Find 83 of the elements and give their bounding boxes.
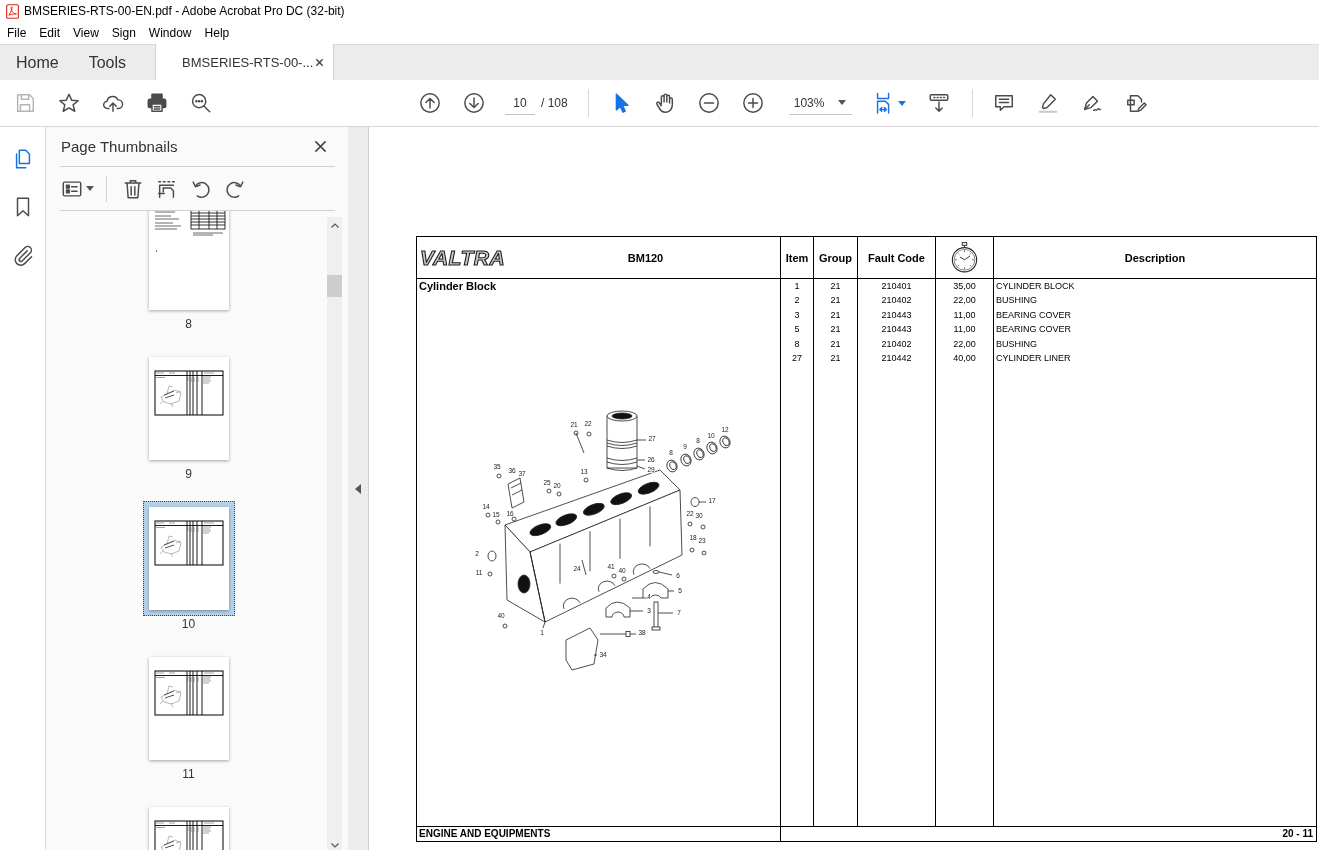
table-cell-text: 21: [830, 280, 841, 293]
table-cell-text: 1: [794, 280, 800, 293]
table-cell-text: 40,00: [953, 352, 976, 366]
zoom-in-icon[interactable]: [741, 92, 764, 114]
menu-item[interactable]: Sign: [111, 25, 136, 41]
table-cell-text: 35,00: [953, 280, 976, 293]
section-title: Cylinder Block: [418, 279, 497, 293]
trash-icon[interactable]: [122, 177, 144, 200]
page-number-label: 8: [185, 317, 192, 331]
table-cell-text: 22,00: [953, 337, 976, 351]
table-cell-text: 210442: [881, 352, 912, 366]
table-cell-text: 8: [794, 337, 800, 351]
zoom-out-icon[interactable]: [697, 92, 720, 114]
column-header: Group: [813, 237, 857, 279]
table-cell-text: 210402: [881, 337, 912, 351]
menu-item[interactable]: Window: [148, 25, 192, 41]
table-cell-text: 11,00: [953, 308, 976, 322]
table-cell-text: 21: [830, 352, 841, 366]
brand-logo: VALTRA: [420, 246, 506, 269]
table-cell-text: 21: [830, 308, 841, 322]
stopwatch-icon: [951, 242, 978, 273]
nav-tab[interactable]: Tools: [73, 45, 142, 80]
table-cell-text: 21: [830, 323, 841, 337]
page-number-label: 11: [182, 767, 195, 781]
table-cell-text: 210402: [881, 294, 912, 308]
comment-icon[interactable]: [992, 92, 1015, 114]
scrollbar-thumb[interactable]: [327, 275, 342, 297]
triangle-left-icon[interactable]: [355, 483, 361, 494]
window-title: BMSERIES-RTS-00-EN.pdf - Adobe Acrobat Pro DC (32-bit): [24, 4, 345, 18]
table-cell-text: 21: [830, 294, 841, 308]
scrollbar-track[interactable]: [327, 217, 342, 850]
table-cell-text: 2: [794, 294, 800, 308]
highlighter-icon[interactable]: [1036, 92, 1059, 114]
close-icon[interactable]: [314, 140, 327, 153]
model-label: BM120: [626, 251, 665, 264]
print-icon[interactable]: [146, 92, 168, 114]
table-cell-text: CYLINDER BLOCK: [996, 280, 1075, 293]
table-cell-text: BEARING COVER: [996, 323, 1071, 337]
close-icon[interactable]: [315, 58, 325, 67]
column-header: Item: [780, 237, 813, 279]
table-cell-text: CYLINDER LINER: [996, 352, 1071, 366]
column-header: Fault Code: [857, 237, 935, 279]
table-cell-text: 27: [792, 352, 802, 366]
chapter-title: ENGINE AND EQUIPMENTS: [419, 828, 551, 839]
table-cell-text: 21: [830, 337, 841, 351]
table-cell-text: 210401: [881, 280, 912, 293]
menu-item[interactable]: Edit: [39, 25, 61, 41]
table-cell-text: 3: [794, 308, 800, 322]
document-tab[interactable]: BMSERIES-RTS-00-...: [155, 44, 335, 81]
zoom-field[interactable]: 103%: [788, 91, 852, 115]
scroll-down-icon[interactable]: [330, 843, 339, 848]
edit-document-icon[interactable]: [1124, 92, 1147, 114]
arrow-down-circle-icon[interactable]: [463, 92, 485, 114]
table-cell-text: 11,00: [953, 323, 976, 337]
page-total-label: / 108: [541, 96, 568, 110]
page-number-label: 9: [185, 467, 192, 481]
table-cell-text: 22,00: [953, 294, 976, 308]
hand-icon[interactable]: [653, 92, 676, 114]
table-cell-text: 5: [794, 323, 800, 337]
caret-icon[interactable]: [86, 186, 94, 191]
page-thumbnail[interactable]: [142, 501, 235, 616]
table-cell-text: BEARING COVER: [996, 308, 1071, 322]
star-icon[interactable]: [58, 92, 80, 114]
table-cell-text: BUSHING: [996, 294, 1037, 308]
scroll-up-icon[interactable]: [330, 223, 339, 228]
page-number-label: 10: [181, 617, 196, 631]
read-mode-icon[interactable]: [927, 92, 950, 114]
page-reference: 20 - 11: [1282, 828, 1313, 839]
app-logo-icon: [6, 3, 19, 19]
column-header: Description: [993, 237, 1316, 279]
menu-item[interactable]: File: [7, 25, 27, 41]
panel-title: Page Thumbnails: [60, 138, 178, 155]
arrow-up-circle-icon[interactable]: [419, 92, 441, 114]
table-cell-text: BUSHING: [996, 337, 1037, 351]
search-icon[interactable]: [190, 92, 212, 114]
caret-icon[interactable]: [897, 100, 906, 106]
table-cell-text: 210443: [881, 308, 912, 322]
table-cell-text: 210443: [881, 323, 912, 337]
caret-icon[interactable]: [837, 100, 846, 105]
menu-item[interactable]: Help: [204, 25, 230, 41]
nav-tab[interactable]: Home: [1, 45, 74, 80]
menu-item[interactable]: View: [73, 25, 99, 41]
page-number-field[interactable]: 10: [505, 91, 535, 115]
